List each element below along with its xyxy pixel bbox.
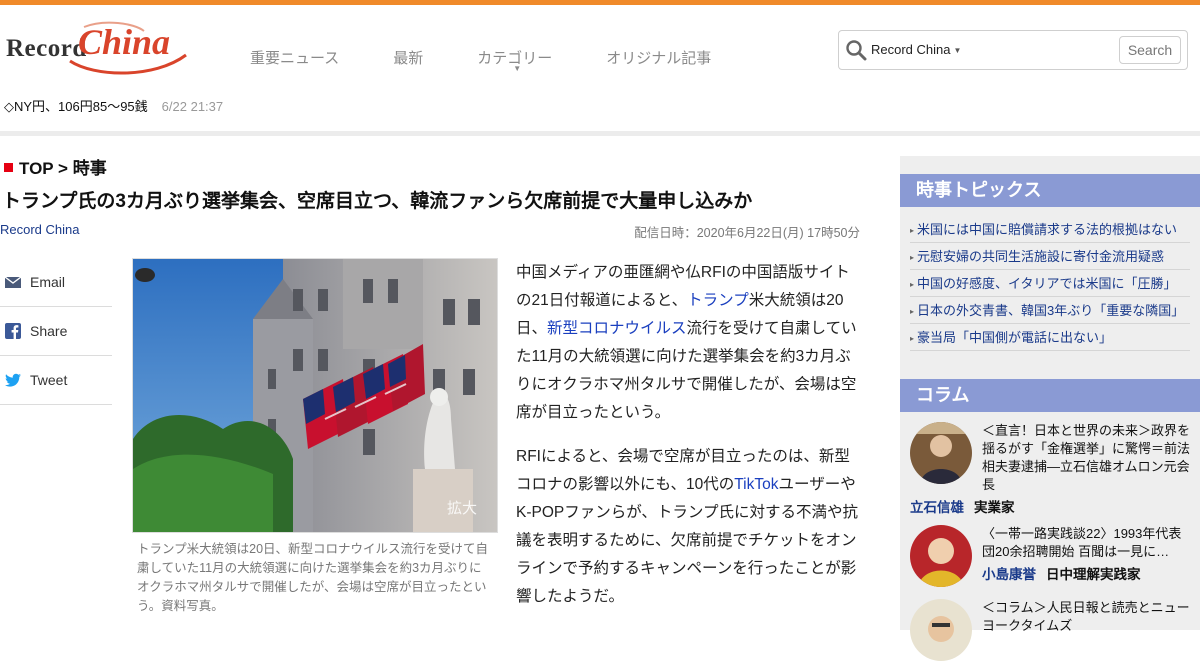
site-logo[interactable]: Record China — [4, 17, 189, 79]
topic-label: 元慰安婦の共同生活施設に寄付金流用疑惑 — [917, 249, 1165, 264]
column-entry[interactable]: ＜直言！日本と世界の未来＞政界を揺るがす「金権選挙」に驚愕＝前法相夫妻逮捕―立石… — [910, 422, 1195, 516]
article-pubdate: 配信日時：2020年6月22日(月) 17時50分 — [634, 226, 860, 240]
column-author: 立石信雄 実業家 — [910, 496, 1015, 516]
breadcrumb[interactable]: TOP > 時事 — [4, 154, 107, 179]
trump-hotel-photo — [133, 259, 497, 532]
keyword-link-trump[interactable]: トランプ — [687, 292, 749, 309]
topic-item[interactable]: ▸ 元慰安婦の共同生活施設に寄付金流用疑惑 — [910, 243, 1190, 270]
photo-caption: トランプ米大統領は20日、新型コロナウイルス流行を受けて自粛していた11月の大統… — [137, 542, 489, 613]
column-author: 小島康誉 日中理解実践家 — [982, 563, 1141, 583]
topic-label: 中国の好感度、イタリアでは米国に「圧勝」 — [917, 276, 1177, 291]
keyword-link-coronavirus[interactable]: 新型コロナウイルス — [547, 320, 687, 337]
topics-header: 時事トピックス — [900, 174, 1200, 207]
article-headline: トランプ氏の3カ月ぶり選挙集会、空席目立つ、韓流ファンら欠席前提で大量申し込みか — [2, 191, 753, 212]
ticker-time: 6/22 21:37 — [161, 99, 224, 114]
email-icon — [4, 276, 22, 288]
column-header: コラム — [900, 379, 1200, 412]
nav-categories[interactable]: カテゴリー ▼ — [477, 47, 552, 73]
article-paragraph: 中国メディアの亜匯網や仏RFIの中国語版サイトの21日付報道によると、トランプ米… — [516, 259, 861, 427]
paragraph-text: ユーザーやK-POPファンらが、トランプ氏に対する不満や抗議を表明するために、欠… — [516, 476, 858, 605]
nav-latest[interactable]: 最新 — [393, 47, 423, 71]
column-title: 〈一帯一路実践談22〉1993年代表団20余招聘開始 百聞は一見に… — [982, 526, 1182, 559]
header-divider — [0, 131, 1200, 136]
sidebar: 時事トピックス ▸ 米国には中国に賠償請求する法的根拠はない ▸ 元慰安婦の共同生活… — [900, 156, 1200, 661]
news-ticker[interactable]: ◇NY円、106円85～95銭 6/22 21:37 — [4, 96, 223, 115]
bullet-icon: ▸ — [910, 307, 915, 316]
article-source[interactable]: Record China — [0, 222, 80, 237]
author-name[interactable]: 立石信雄 — [910, 500, 964, 515]
topic-item[interactable]: ▸ 日本の外交青書、韓国3年ぶり「重要な隣国」 — [910, 297, 1190, 324]
author-photo — [910, 599, 972, 661]
logo-text-china: China — [78, 22, 171, 62]
bullet-icon: ▸ — [910, 226, 915, 235]
twitter-icon — [5, 373, 21, 387]
search-scope-label: Record China — [871, 42, 951, 57]
topic-label: 米国には中国に賠償請求する法的根拠はない — [917, 222, 1178, 237]
share-panel: Email Share Tweet — [0, 258, 112, 405]
column-entry[interactable]: 〈一帯一路実践談22〉1993年代表団20余招聘開始 百聞は一見に… 小島康誉日… — [910, 525, 1195, 591]
topic-label: 豪当局「中国側が電話に出ない」 — [917, 330, 1113, 345]
avatar — [910, 422, 972, 484]
column-entry[interactable]: ＜コラム＞人民日報と読売とニューヨークタイムズ — [910, 599, 1195, 661]
topic-item[interactable]: ▸ 豪当局「中国側が電話に出ない」 — [910, 324, 1190, 351]
article-body: 中国メディアの亜匯網や仏RFIの中国語版サイトの21日付報道によると、トランプ米… — [516, 259, 861, 627]
chevron-down-icon: ▼ — [513, 64, 522, 73]
share-email-label: Email — [30, 274, 66, 290]
zoom-label: 拡大 — [446, 500, 477, 517]
avatar — [910, 599, 972, 661]
breadcrumb-text: TOP > 時事 — [19, 159, 107, 178]
main-nav: 重要ニュース 最新 カテゴリー ▼ オリジナル記事 — [250, 47, 765, 73]
author-role: 実業家 — [974, 500, 1015, 515]
topic-item[interactable]: ▸ 米国には中国に賠償請求する法的根拠はない — [910, 216, 1190, 243]
search-box[interactable]: Record China ▼ Search — [838, 30, 1188, 70]
bullet-icon: ▸ — [910, 334, 915, 343]
nav-important-news[interactable]: 重要ニュース — [250, 47, 339, 71]
author-role: 日中理解実践家 — [1046, 567, 1141, 582]
article-paragraph: RFIによると、会場で空席が目立ったのは、新型コロナの影響以外にも、10代のTi… — [516, 443, 861, 611]
breadcrumb-square-icon — [4, 163, 13, 172]
author-photo — [910, 525, 972, 587]
chevron-down-icon: ▼ — [953, 46, 962, 55]
ticker-text: ◇NY円、106円85～95銭 — [4, 99, 148, 114]
author-name[interactable]: 小島康誉 — [982, 567, 1036, 582]
bullet-icon: ▸ — [910, 280, 915, 289]
search-button[interactable]: Search — [1119, 36, 1181, 64]
avatar — [910, 525, 972, 587]
column-title: ＜直言！日本と世界の未来＞政界を揺るがす「金権選挙」に驚愕＝前法相夫妻逮捕―立石… — [982, 423, 1191, 492]
keyword-link-tiktok[interactable]: TikTok — [734, 476, 778, 493]
share-twitter-label: Tweet — [30, 372, 68, 388]
search-scope-select[interactable]: Record China ▼ — [871, 42, 961, 57]
share-facebook-label: Share — [30, 323, 68, 339]
nav-original-articles[interactable]: オリジナル記事 — [606, 47, 711, 71]
author-photo — [910, 422, 972, 484]
topic-label: 日本の外交青書、韓国3年ぶり「重要な隣国」 — [917, 303, 1185, 318]
topic-item[interactable]: ▸ 中国の好感度、イタリアでは米国に「圧勝」 — [910, 270, 1190, 297]
topics-list: ▸ 米国には中国に賠償請求する法的根拠はない ▸ 元慰安婦の共同生活施設に寄付金流用… — [910, 216, 1190, 351]
bullet-icon: ▸ — [910, 253, 915, 262]
facebook-icon — [5, 323, 21, 339]
search-icon — [846, 40, 867, 61]
logo-text-record: Record — [6, 35, 87, 62]
share-facebook-button[interactable]: Share — [0, 307, 112, 356]
site-header: Record China 重要ニュース 最新 カテゴリー ▼ オリジナル記事 R… — [0, 5, 1200, 85]
article-photo[interactable]: 拡大 — [132, 258, 498, 533]
share-twitter-button[interactable]: Tweet — [0, 356, 112, 405]
share-email-button[interactable]: Email — [0, 258, 112, 307]
